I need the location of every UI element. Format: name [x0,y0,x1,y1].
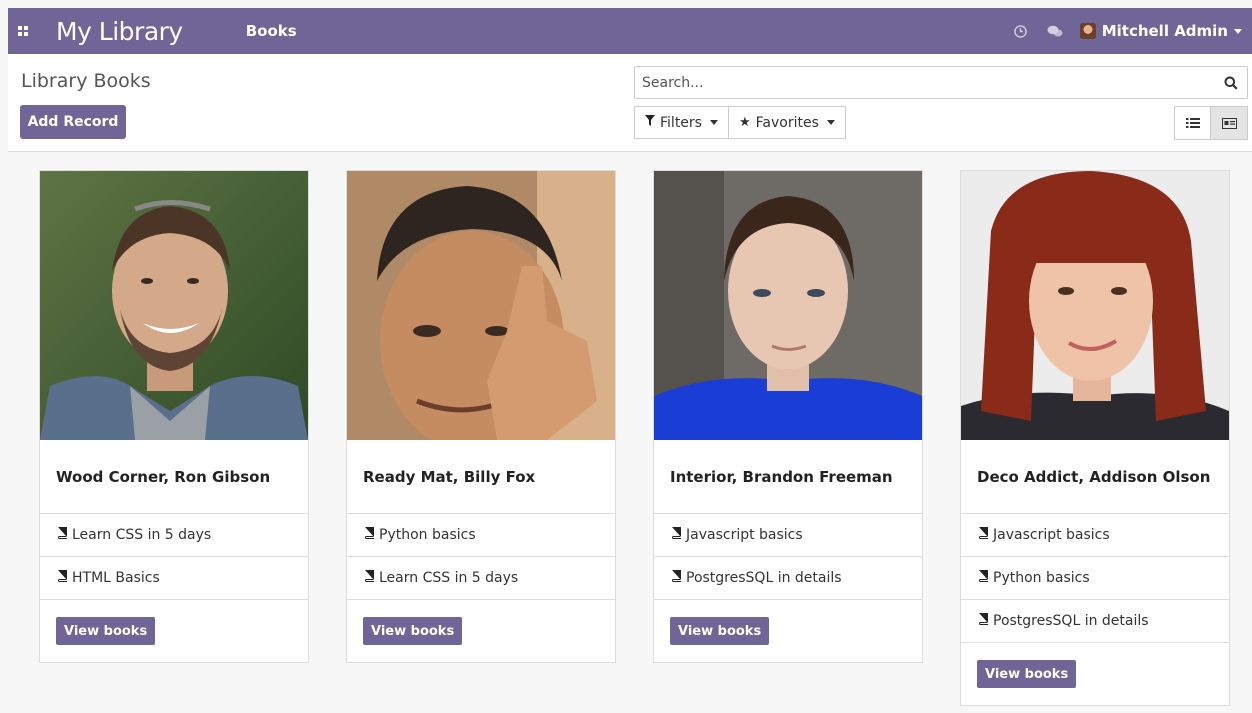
author-card[interactable]: Interior, Brandon Freeman Javascript bas… [653,170,923,663]
user-avatar [1079,23,1096,39]
author-photo [654,171,922,440]
book-title: Learn CSS in 5 days [379,570,519,586]
book-item[interactable]: HTML Basics [40,557,308,600]
view-books-button[interactable]: View books [363,617,463,645]
book-icon [977,570,989,586]
book-icon [670,570,682,586]
user-menu[interactable]: Mitchell Admin [1079,22,1242,40]
apps-menu-icon[interactable] [8,8,38,54]
add-record-button[interactable]: Add Record [20,105,126,139]
view-books-button[interactable]: View books [56,617,156,645]
filters-label: Filters [660,114,702,131]
view-books-button[interactable]: View books [977,660,1077,688]
book-title: Javascript basics [686,527,803,543]
book-icon [363,527,375,543]
book-item[interactable]: PostgresSQL in details [961,600,1229,643]
messaging-chat-icon[interactable] [1038,8,1072,54]
author-photo [40,171,308,440]
kanban-view-icon [1221,117,1237,129]
book-title: Python basics [379,527,476,543]
page-title: Library Books [21,70,151,92]
book-item[interactable]: Javascript basics [961,514,1229,557]
book-item[interactable]: Python basics [961,557,1229,600]
chevron-down-icon [709,120,718,125]
kanban-view-button[interactable] [1211,106,1248,140]
menu-books[interactable]: Books [246,22,297,40]
author-photo [961,171,1229,440]
book-item[interactable]: Python basics [347,514,615,557]
chevron-down-icon [1234,28,1242,34]
view-books-button[interactable]: View books [670,617,770,645]
book-item[interactable]: PostgresSQL in details [654,557,922,600]
book-item[interactable]: Learn CSS in 5 days [40,514,308,557]
book-title: Learn CSS in 5 days [72,527,212,543]
search-icon[interactable] [1215,76,1247,90]
author-photo [347,171,615,440]
author-card[interactable]: Wood Corner, Ron Gibson Learn CSS in 5 d… [39,170,309,663]
kanban-view: Wood Corner, Ron Gibson Learn CSS in 5 d… [8,152,1252,713]
filter-icon [645,115,655,130]
list-view-icon [1185,118,1200,128]
book-icon [977,527,989,543]
book-item[interactable]: Learn CSS in 5 days [347,557,615,600]
author-name: Ready Mat, Billy Fox [347,440,615,514]
book-title: Python basics [993,570,1090,586]
filters-dropdown[interactable]: Filters [634,106,729,139]
favorites-dropdown[interactable]: ★ Favorites [728,106,846,139]
star-icon: ★ [738,115,751,130]
book-title: PostgresSQL in details [686,570,842,586]
author-name: Interior, Brandon Freeman [654,440,922,514]
book-icon [56,570,68,586]
book-title: PostgresSQL in details [993,613,1149,629]
chevron-down-icon [826,120,835,125]
book-item[interactable]: Javascript basics [654,514,922,557]
book-title: Javascript basics [993,527,1110,543]
activity-clock-icon[interactable] [1004,8,1038,54]
search-bar [634,66,1248,99]
book-title: HTML Basics [72,570,160,586]
view-switcher [1174,106,1248,140]
book-icon [56,527,68,543]
search-options: Filters ★ Favorites [634,106,846,139]
control-panel: Library Books Add Record Filters ★ Favor… [8,54,1252,152]
book-icon [977,613,989,629]
author-name: Wood Corner, Ron Gibson [40,440,308,514]
author-card[interactable]: Ready Mat, Billy Fox Python basics Learn… [346,170,616,663]
top-navbar: My Library Books Mitchell Admin [8,8,1252,54]
book-icon [670,527,682,543]
search-input[interactable] [635,74,1215,91]
list-view-button[interactable] [1174,106,1211,140]
app-brand[interactable]: My Library [56,17,183,46]
author-name: Deco Addict, Addison Olson [961,440,1229,514]
author-card[interactable]: Deco Addict, Addison Olson Javascript ba… [960,170,1230,706]
book-icon [363,570,375,586]
user-name: Mitchell Admin [1101,22,1228,40]
favorites-label: Favorites [755,114,819,131]
